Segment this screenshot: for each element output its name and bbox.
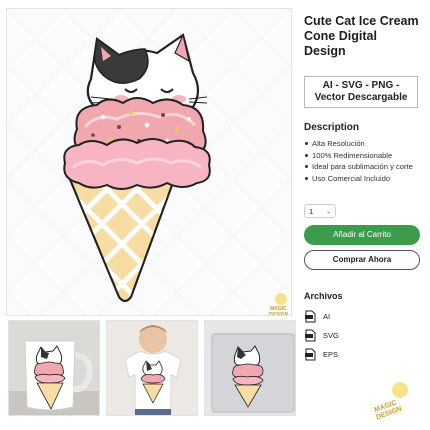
laptop-sticker-mockup-image <box>205 321 295 415</box>
description-list: Alta Resolución 100% Redimensionable Ide… <box>304 138 422 184</box>
list-item: Alta Resolución <box>304 138 422 150</box>
quantity-select[interactable]: 1 ⌄ <box>304 204 336 218</box>
svg-text:DESIGN: DESIGN <box>269 312 289 316</box>
file-item-svg[interactable]: SVG <box>305 329 339 342</box>
file-icon <box>305 348 316 361</box>
list-item: 100% Redimensionable <box>304 150 422 162</box>
file-icon <box>305 329 316 342</box>
file-label: SVG <box>323 331 339 340</box>
add-to-cart-button[interactable]: Añadir al Carrito <box>304 225 420 245</box>
files-heading: Archivos <box>304 291 343 301</box>
buy-now-button[interactable]: Comprar Ahora <box>304 250 420 270</box>
chevron-down-icon: ⌄ <box>325 208 331 215</box>
thumbnail-mug[interactable] <box>8 320 100 416</box>
description-heading: Description <box>304 122 360 133</box>
file-item-ai[interactable]: AI <box>305 310 330 323</box>
product-info-panel: Cute Cat Ice Cream Cone Digital Design A… <box>304 14 422 184</box>
mug-mockup-image <box>9 321 99 415</box>
product-title: Cute Cat Ice Cream Cone Digital Design <box>304 14 419 58</box>
cat-ice-cream-illustration <box>7 9 291 315</box>
thumbnail-laptop[interactable] <box>204 320 296 416</box>
file-item-eps[interactable]: EPS <box>305 348 338 361</box>
thumbnail-strip: MAGIC DESIGN <box>6 320 426 421</box>
watermark-logo-secondary: MAGIC DESIGN <box>372 380 412 425</box>
file-icon <box>305 310 316 323</box>
formats-badge: AI - SVG - PNG - Vector Descargable <box>304 76 418 108</box>
list-item: Uso Comercial Incluido <box>304 173 422 185</box>
file-label: EPS <box>323 350 339 359</box>
file-label: AI <box>323 312 331 321</box>
quantity-value: 1 <box>309 206 314 216</box>
thumbnail-tshirt[interactable] <box>106 320 198 416</box>
tshirt-mockup-image <box>107 321 197 415</box>
main-product-image[interactable]: MAGIC DESIGN <box>6 8 292 316</box>
list-item: Ideal para sublimación y corte <box>304 161 422 173</box>
